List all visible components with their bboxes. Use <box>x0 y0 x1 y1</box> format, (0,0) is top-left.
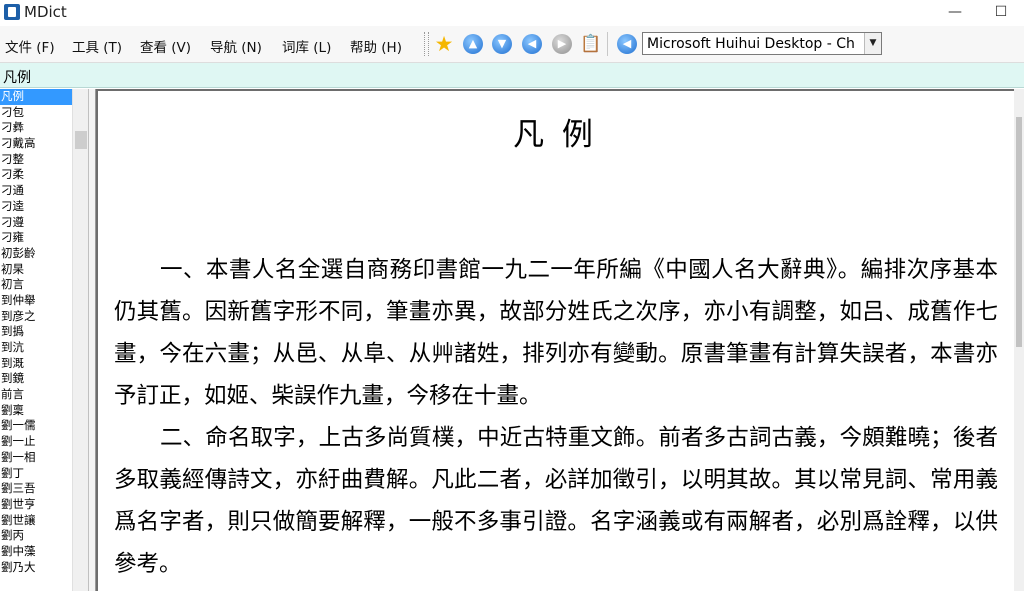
menu-tools[interactable]: 工具 (T) <box>72 36 122 56</box>
list-item[interactable]: 初彭齡 <box>0 246 72 262</box>
toolbar-grip[interactable] <box>424 32 429 56</box>
star-icon[interactable]: ★ <box>434 34 454 55</box>
list-item[interactable]: 劉一止 <box>0 434 72 450</box>
list-item[interactable]: 劉乃大 <box>0 560 72 576</box>
list-item[interactable]: 劉中藻 <box>0 544 72 560</box>
list-item[interactable]: 到沆 <box>0 340 72 356</box>
menu-library[interactable]: 词库 (L) <box>282 36 331 56</box>
list-item[interactable]: 初言 <box>0 277 72 293</box>
menu-view[interactable]: 查看 (V) <box>140 36 191 56</box>
list-item[interactable]: 刁整 <box>0 152 72 168</box>
list-item[interactable]: 到彦之 <box>0 309 72 325</box>
list-item[interactable]: 到溉 <box>0 356 72 372</box>
arrow-up-icon[interactable]: ▲ <box>463 34 483 54</box>
list-item[interactable]: 到鏡 <box>0 371 72 387</box>
list-item[interactable]: 劉一相 <box>0 450 72 466</box>
arrow-left-icon[interactable]: ◀ <box>522 34 542 54</box>
menu-navigate[interactable]: 导航 (N) <box>210 36 262 56</box>
pane-splitter[interactable] <box>88 89 96 591</box>
list-item[interactable]: 刁戴高 <box>0 136 72 152</box>
chevron-down-icon[interactable]: ▼ <box>864 33 881 54</box>
list-item[interactable]: 劉世亨 <box>0 497 72 513</box>
page-title: 凡 例 <box>513 117 597 153</box>
list-item[interactable]: 刁通 <box>0 183 72 199</box>
word-list-scrollbar[interactable] <box>72 89 89 591</box>
app-icon <box>4 4 20 20</box>
arrow-right-icon[interactable]: ▶ <box>552 34 572 54</box>
menu-help[interactable]: 帮助 (H) <box>350 36 402 56</box>
maximize-button[interactable]: ☐ <box>978 0 1024 26</box>
paragraph-1: 一、本書人名全選自商務印書館一九二一年所編《中國人名大辭典》。編排次序基本仍其舊… <box>114 257 998 409</box>
dictionary-select-value: Microsoft Huihui Desktop - Ch <box>647 36 855 52</box>
back-icon[interactable]: ◀ <box>617 34 637 54</box>
toolbar-separator <box>607 32 608 56</box>
content-scroll-thumb[interactable] <box>1016 117 1022 347</box>
list-item[interactable]: 刁雍 <box>0 230 72 246</box>
list-item[interactable]: 劉丙 <box>0 528 72 544</box>
content-scrollbar[interactable] <box>1014 89 1024 591</box>
list-item[interactable]: 刁遵 <box>0 215 72 231</box>
menu-file[interactable]: 文件 (F) <box>5 36 55 56</box>
clipboard-icon[interactable]: 📋 <box>580 34 601 54</box>
list-item[interactable]: 前言 <box>0 387 72 403</box>
list-item[interactable]: 刁包 <box>0 105 72 121</box>
paragraph-2: 二、命名取字，上古多尚質樸，中近古特重文飾。前者多古詞古義，今頗難曉；後者多取義… <box>114 425 998 577</box>
list-item[interactable]: 劉三吾 <box>0 481 72 497</box>
arrow-down-icon[interactable]: ▼ <box>492 34 512 54</box>
list-item[interactable]: 刁柔 <box>0 167 72 183</box>
search-bar[interactable]: 凡例 <box>0 63 1024 88</box>
word-list-scroll-thumb[interactable] <box>75 131 87 149</box>
minimize-button[interactable]: — <box>932 0 978 26</box>
list-item[interactable]: 到仲舉 <box>0 293 72 309</box>
list-item[interactable]: 刁逵 <box>0 199 72 215</box>
list-item[interactable]: 凡例 <box>0 89 72 105</box>
title-bar: MDict — ☐ ✕ <box>0 0 1024 26</box>
list-item[interactable]: 劉世讓 <box>0 513 72 529</box>
list-item[interactable]: 刁彝 <box>0 120 72 136</box>
window-title: MDict <box>24 3 67 21</box>
search-input[interactable]: 凡例 <box>3 67 31 87</box>
list-item[interactable]: 初杲 <box>0 262 72 278</box>
definition-pane: 凡 例 一、本書人名全選自商務印書館一九二一年所編《中國人名大辭典》。編排次序基… <box>96 89 1014 591</box>
list-item[interactable]: 到撝 <box>0 324 72 340</box>
dictionary-select[interactable]: Microsoft Huihui Desktop - Ch ▼ <box>642 32 882 55</box>
word-list[interactable]: 凡例 刁包 刁彝 刁戴高 刁整 刁柔 刁通 刁逵 刁遵 刁雍 初彭齡 初杲 初言 到仲舉 到彦之 到撝 到沆 到溉… <box>0 89 72 591</box>
list-item[interactable]: 劉丁 <box>0 466 72 482</box>
list-item[interactable]: 劉一儒 <box>0 418 72 434</box>
list-item[interactable]: 劉稟 <box>0 403 72 419</box>
